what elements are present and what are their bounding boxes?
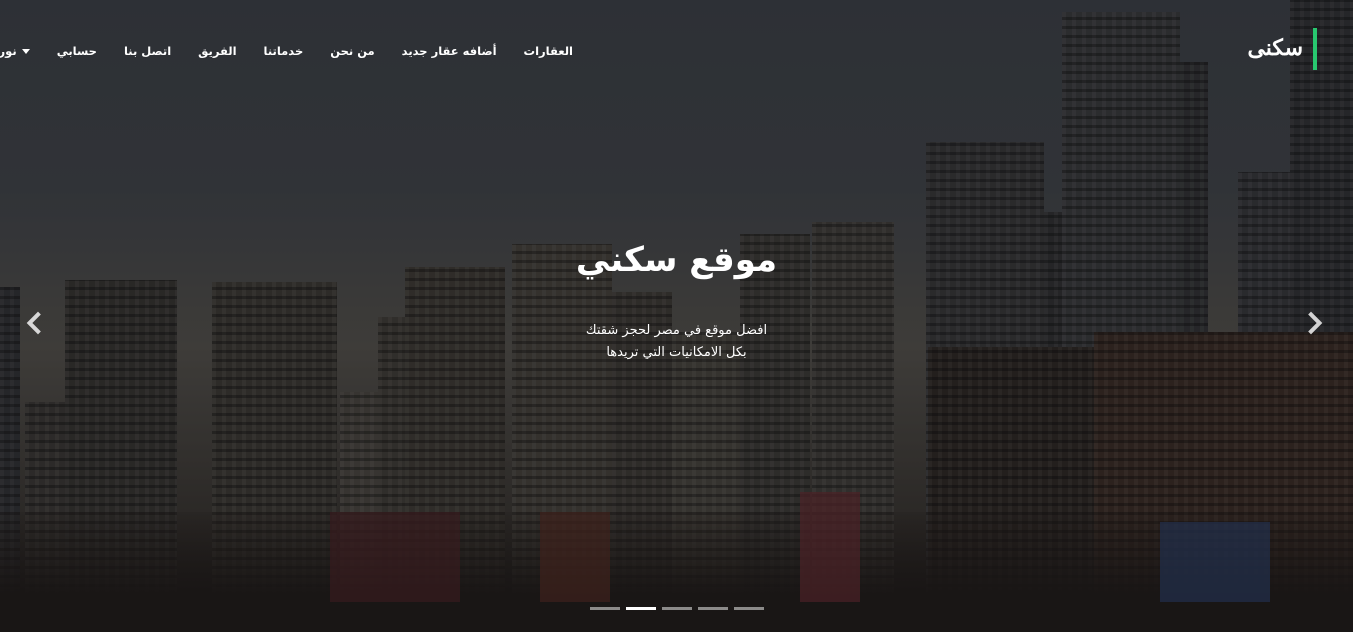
nav-item-add-property[interactable]: أضافه عقار جديد — [402, 44, 497, 58]
carousel-prev-button[interactable] — [14, 300, 54, 346]
nav-item-contact[interactable]: اتصل بنا — [124, 44, 171, 58]
brand-logo[interactable]: سكنى — [1247, 28, 1317, 70]
nav-item-services[interactable]: خدماتنا — [264, 44, 304, 58]
brand-name[interactable]: سكنى — [1247, 35, 1303, 61]
hero-subtitle-line-2: بكل الامكانيات التي تريدها — [606, 345, 747, 360]
nav-item-team[interactable]: الفريق — [198, 44, 236, 58]
carousel-indicators — [0, 607, 1353, 610]
hero-title: موقع سكني — [575, 240, 778, 280]
carousel-next-button[interactable] — [1295, 300, 1335, 346]
nav-item-properties[interactable]: العقارات — [524, 44, 573, 58]
nav-item-my-account[interactable]: حسابي — [57, 44, 97, 58]
hero-subtitle-line-1: افضل موقع في مصر لحجز شقتك — [585, 323, 768, 338]
user-name[interactable]: نور الشريف — [0, 44, 17, 58]
carousel-indicator[interactable] — [661, 607, 692, 610]
chevron-left-icon[interactable] — [26, 311, 50, 335]
carousel-indicator[interactable] — [733, 607, 764, 610]
main-nav: العقارات أضافه عقار جديد من نحن خدماتنا … — [0, 40, 573, 62]
hero-caption: موقع سكني افضل موقع في مصر لحجز شقتك بكل… — [0, 240, 1353, 364]
caret-down-icon[interactable] — [21, 48, 30, 54]
chevron-right-icon[interactable] — [1299, 311, 1323, 335]
carousel-indicator[interactable] — [697, 607, 728, 610]
hero-subtitle: افضل موقع في مصر لحجز شقتك بكل الامكانيا… — [0, 320, 1353, 364]
nav-item-about[interactable]: من نحن — [330, 44, 374, 58]
user-menu-dropdown[interactable]: نور الشريف — [0, 44, 30, 58]
carousel-indicator[interactable] — [589, 607, 620, 610]
carousel-indicator[interactable] — [625, 607, 656, 610]
